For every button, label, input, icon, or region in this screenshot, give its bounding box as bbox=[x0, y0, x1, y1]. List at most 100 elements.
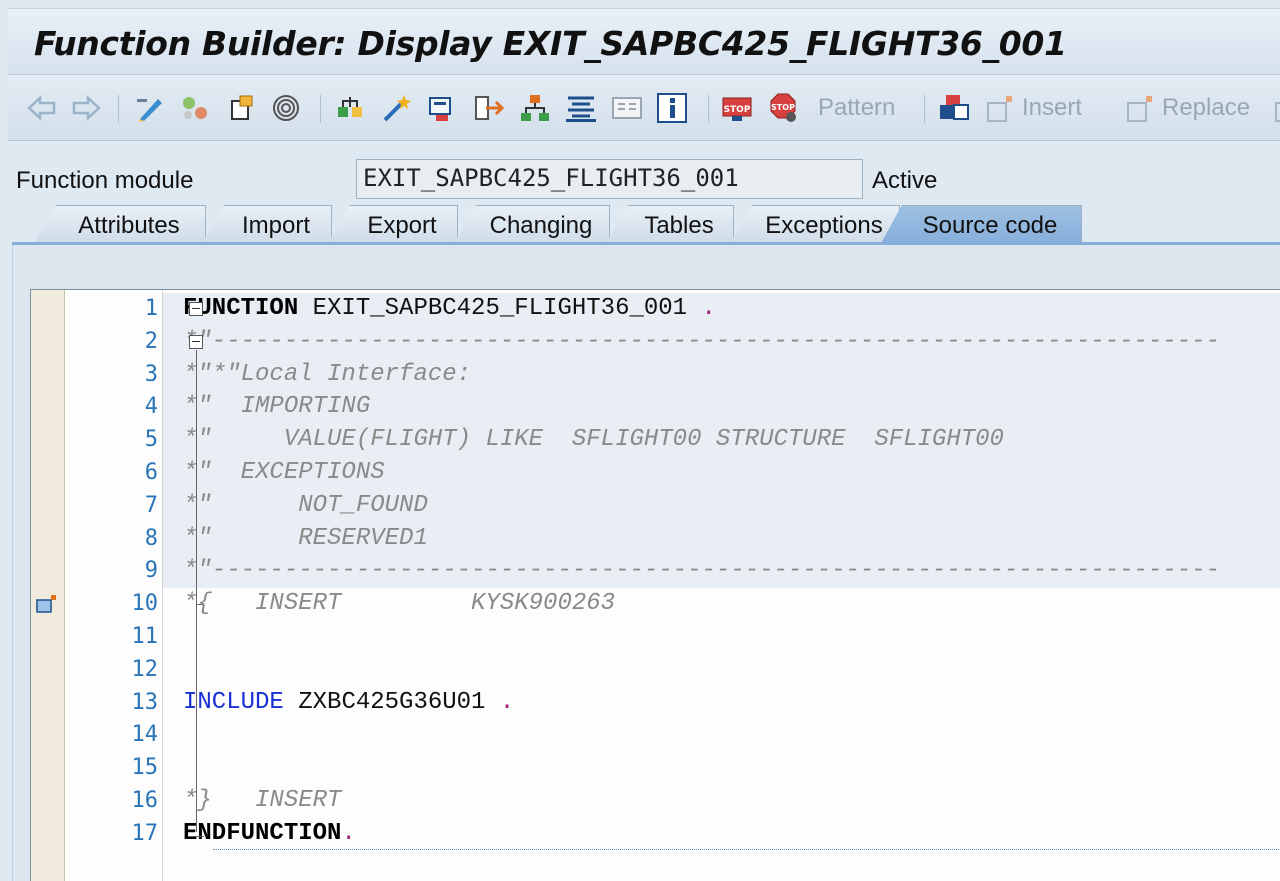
code-line[interactable] bbox=[163, 719, 1280, 752]
code-line[interactable]: FUNCTION EXIT_SAPBC425_FLIGHT36_001 . bbox=[163, 293, 1280, 326]
line-numbers: 1 2 3 4 5 6 7 8 9 10 11 12 13 14 15 16 17 bbox=[65, 290, 163, 881]
code-token: *} INSERT bbox=[183, 787, 342, 814]
set-breakpoint-icon[interactable]: STOP bbox=[720, 92, 754, 124]
other-object-icon[interactable] bbox=[226, 92, 260, 124]
line-number: 13 bbox=[131, 689, 159, 715]
code-line[interactable]: *} INSERT bbox=[163, 785, 1280, 818]
tab-changing[interactable]: Changing bbox=[454, 205, 610, 243]
tab-tables[interactable]: Tables bbox=[606, 205, 734, 243]
code-line[interactable]: *"--------------------------------------… bbox=[163, 555, 1280, 589]
code-line[interactable]: INCLUDE ZXBC425G36U01 . bbox=[163, 687, 1280, 720]
line-number: 1 bbox=[144, 296, 158, 321]
code-line[interactable]: *" NOT_FOUND bbox=[163, 489, 1280, 523]
code-text: INCLUDE ZXBC425G36U01 . bbox=[183, 689, 514, 716]
info-icon[interactable] bbox=[656, 92, 688, 124]
insert-label: Insert bbox=[1022, 94, 1083, 121]
line-number: 8 bbox=[144, 525, 158, 551]
code-line[interactable]: *{ INSERT KYSK900263 bbox=[163, 588, 1280, 621]
line-number: 17 bbox=[131, 820, 159, 846]
check-icon[interactable] bbox=[334, 92, 366, 124]
test-icon[interactable] bbox=[426, 92, 458, 124]
fold-toggle-icon[interactable] bbox=[189, 334, 203, 349]
code-line[interactable]: *"*"Local Interface: bbox=[163, 358, 1280, 392]
code-text: FUNCTION EXIT_SAPBC425_FLIGHT36_001 . bbox=[183, 295, 716, 322]
code-token: ENDFUNCTION bbox=[183, 819, 342, 847]
code-text: *"--------------------------------------… bbox=[183, 557, 1220, 584]
end-of-source-line bbox=[213, 848, 1280, 850]
function-module-field[interactable]: EXIT_SAPBC425_FLIGHT36_001 bbox=[356, 159, 863, 199]
external-breakpoint-icon[interactable]: STOP bbox=[766, 92, 800, 124]
code-token: . bbox=[499, 688, 515, 716]
svg-text:STOP: STOP bbox=[724, 105, 751, 115]
line-number: 7 bbox=[144, 492, 158, 518]
tab-strip: Attributes Import Export Changing Tables… bbox=[8, 205, 1280, 245]
object-list-icon[interactable] bbox=[518, 92, 552, 124]
code-token: . bbox=[701, 295, 716, 322]
tab-exceptions[interactable]: Exceptions bbox=[730, 205, 900, 243]
line-number: 5 bbox=[144, 427, 158, 453]
code-token: *" NOT_FOUND bbox=[183, 491, 428, 519]
display-change-icon[interactable] bbox=[134, 92, 166, 124]
active-inactive-icon[interactable] bbox=[178, 92, 212, 124]
code-text: *" IMPORTING bbox=[183, 393, 370, 420]
pretty-insert-icon[interactable] bbox=[936, 92, 972, 124]
where-used-icon[interactable] bbox=[270, 92, 302, 124]
line-number: 4 bbox=[144, 394, 158, 420]
code-text: *{ INSERT KYSK900263 bbox=[183, 590, 615, 617]
code-token: *" EXCEPTIONS bbox=[183, 459, 385, 486]
title-bar: Function Builder: Display EXIT_SAPBC425_… bbox=[8, 8, 1280, 75]
fold-guide-tick bbox=[196, 604, 202, 606]
tab-label: Source code bbox=[922, 212, 1058, 239]
replace-button[interactable]: Replace bbox=[1126, 92, 1250, 124]
pattern-button[interactable]: Pattern bbox=[812, 92, 895, 124]
window-title: Function Builder: Display EXIT_SAPBC425_… bbox=[34, 24, 1067, 63]
abap-editor[interactable]: 1 2 3 4 5 6 7 8 9 10 11 12 13 14 15 16 17 FUNCTION EXIT_… bbox=[30, 289, 1280, 881]
line-number: 9 bbox=[144, 558, 158, 584]
status-text: Active bbox=[872, 167, 938, 194]
forward-arrow-icon[interactable] bbox=[70, 92, 102, 124]
code-token: *" RESERVED1 bbox=[183, 524, 428, 552]
code-text: *" EXCEPTIONS bbox=[183, 459, 385, 486]
code-line[interactable] bbox=[163, 621, 1280, 654]
tab-label: Export bbox=[367, 212, 437, 239]
svg-text:STOP: STOP bbox=[771, 103, 795, 112]
tab-attributes[interactable]: Attributes bbox=[34, 205, 206, 243]
line-number: 16 bbox=[131, 788, 159, 813]
line-number: 6 bbox=[144, 460, 158, 485]
code-line[interactable] bbox=[163, 752, 1280, 785]
split-screen-icon[interactable] bbox=[610, 92, 644, 124]
application-toolbar: STOP STOP Pattern Insert Replace bbox=[8, 75, 1280, 141]
editor-gutter bbox=[31, 290, 65, 881]
code-token: *{ INSERT KYSK900263 bbox=[183, 590, 616, 618]
code-area[interactable]: FUNCTION EXIT_SAPBC425_FLIGHT36_001 . *"-… bbox=[163, 290, 1280, 881]
more-toolbar-icon[interactable] bbox=[1274, 92, 1280, 124]
code-token: INCLUDE bbox=[183, 688, 284, 716]
line-number: 3 bbox=[144, 361, 158, 387]
code-line[interactable]: *" RESERVED1 bbox=[163, 522, 1280, 556]
activate-icon[interactable] bbox=[380, 92, 412, 124]
tab-source-code[interactable]: Source code bbox=[880, 205, 1082, 245]
code-line[interactable]: *"--------------------------------------… bbox=[163, 325, 1280, 359]
code-line[interactable]: *" VALUE(FLIGHT) LIKE SFLIGHT00 STRUCTUR… bbox=[163, 424, 1280, 458]
code-line[interactable]: *" IMPORTING bbox=[163, 391, 1280, 425]
navigate-icon[interactable] bbox=[472, 92, 506, 124]
insert-button[interactable]: Insert bbox=[986, 92, 1082, 124]
replace-icon bbox=[1127, 96, 1152, 122]
pretty-printer-icon[interactable] bbox=[564, 92, 598, 124]
line-number: 12 bbox=[131, 656, 159, 682]
code-text: *" RESERVED1 bbox=[183, 525, 428, 552]
code-text: *"*"Local Interface: bbox=[183, 361, 471, 388]
fold-guide-end bbox=[196, 835, 204, 837]
code-text: *} INSERT bbox=[183, 787, 341, 814]
code-line[interactable] bbox=[163, 654, 1280, 687]
tab-import[interactable]: Import bbox=[202, 205, 332, 243]
code-line[interactable]: *" EXCEPTIONS bbox=[163, 457, 1280, 490]
code-token: . bbox=[341, 819, 356, 847]
tab-export[interactable]: Export bbox=[328, 205, 458, 243]
code-line[interactable]: ENDFUNCTION. bbox=[163, 818, 1280, 851]
fold-toggle-icon[interactable] bbox=[189, 302, 203, 316]
tab-label: Exceptions bbox=[765, 212, 883, 239]
insert-icon bbox=[987, 96, 1012, 122]
back-arrow-icon[interactable] bbox=[26, 92, 58, 124]
tab-label: Tables bbox=[644, 212, 714, 239]
